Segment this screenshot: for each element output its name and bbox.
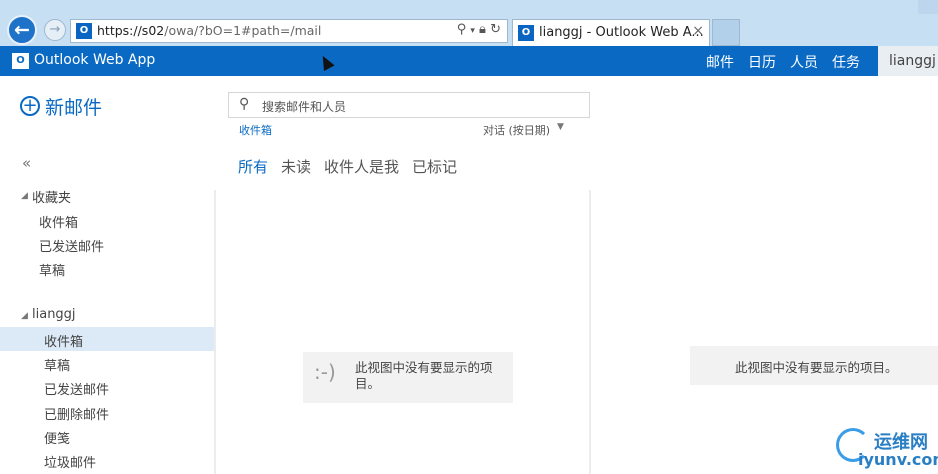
dropdown-icon[interactable]: ▾ xyxy=(470,26,475,36)
folder-drafts[interactable]: 草稿 xyxy=(44,355,70,374)
chevron-down-icon[interactable]: ▼ xyxy=(557,122,564,132)
new-mail-button[interactable]: 新邮件 xyxy=(45,93,102,120)
app-title: Outlook Web App xyxy=(34,52,156,68)
outlook-logo-icon: O xyxy=(12,53,29,69)
search-placeholder: 搜索邮件和人员 xyxy=(262,100,347,114)
folder-junk[interactable]: 垃圾邮件 xyxy=(44,452,96,471)
folder-inbox[interactable]: 收件箱 xyxy=(44,331,83,350)
user-name: lianggj xyxy=(889,53,936,69)
search-icon[interactable]: ⚲ xyxy=(457,22,467,37)
tab-title: lianggj - Outlook Web A... xyxy=(539,25,704,40)
outlook-icon: O xyxy=(76,23,92,39)
current-folder-label: 收件箱 xyxy=(239,124,272,137)
account-header[interactable]: lianggj xyxy=(32,307,76,322)
folder-sent[interactable]: 已发送邮件 xyxy=(44,379,109,398)
browser-tab[interactable]: O lianggj - Outlook Web A... × xyxy=(512,19,710,46)
empty-list-message: :-) 此视图中没有要显示的项目。 xyxy=(303,352,513,403)
nav-mail[interactable]: 邮件 xyxy=(706,52,734,72)
filter-to-me[interactable]: 收件人是我 xyxy=(324,156,399,177)
search-icon: ⚲ xyxy=(239,96,250,112)
selected-folder-highlight xyxy=(0,327,214,351)
url-host: https://s02 xyxy=(97,23,165,38)
favorites-header[interactable]: 收藏夹 xyxy=(32,187,71,206)
search-input[interactable]: ⚲ 搜索邮件和人员 xyxy=(228,92,590,118)
collapse-pane-button[interactable]: « xyxy=(22,154,31,172)
reading-pane-empty-text: 此视图中没有要显示的项目。 xyxy=(735,360,898,375)
folder-notes[interactable]: 便笺 xyxy=(44,428,70,447)
refresh-icon[interactable]: ↻ xyxy=(490,22,501,37)
outlook-icon: O xyxy=(518,25,534,41)
smiley-icon: :-) xyxy=(314,360,336,384)
reading-pane-empty-message: 此视图中没有要显示的项目。 xyxy=(690,346,938,385)
expand-arrow-icon[interactable]: ◢ xyxy=(21,311,28,321)
filter-flagged[interactable]: 已标记 xyxy=(412,156,457,177)
pane-divider xyxy=(589,190,591,474)
filter-unread[interactable]: 未读 xyxy=(281,156,311,177)
empty-list-text: 此视图中没有要显示的项目。 xyxy=(355,360,493,391)
favorite-drafts[interactable]: 草稿 xyxy=(39,260,65,279)
forward-button[interactable]: → xyxy=(44,19,66,41)
folder-deleted[interactable]: 已删除邮件 xyxy=(44,404,109,423)
lock-icon[interactable]: 🔒︎ xyxy=(479,22,486,37)
favorite-sent[interactable]: 已发送邮件 xyxy=(39,236,104,255)
new-tab-button[interactable] xyxy=(712,19,740,46)
nav-people[interactable]: 人员 xyxy=(790,52,818,72)
sort-dropdown[interactable]: 对话 (按日期) xyxy=(483,122,550,138)
url-path: /owa/?bO=1#path=/mail xyxy=(164,23,322,38)
watermark-en: iyunv.com xyxy=(858,450,938,469)
address-url[interactable]: https://s02/owa/?bO=1#path=/mail xyxy=(97,23,321,38)
favorite-inbox[interactable]: 收件箱 xyxy=(39,212,78,231)
nav-calendar[interactable]: 日历 xyxy=(748,52,776,72)
back-button[interactable]: ← xyxy=(7,15,37,45)
pane-divider xyxy=(214,190,216,474)
plus-icon[interactable]: + xyxy=(20,96,40,116)
nav-tasks[interactable]: 任务 xyxy=(832,52,860,72)
close-icon[interactable]: × xyxy=(692,23,704,39)
expand-arrow-icon[interactable]: ◢ xyxy=(21,191,28,201)
window-control[interactable] xyxy=(918,0,938,14)
watermark: 运维网 iyunv.com xyxy=(836,428,938,474)
address-bar-icons: ⚲ ▾ 🔒︎ ↻ xyxy=(457,22,501,37)
app-header: O Outlook Web App 邮件 日历 人员 任务 xyxy=(0,46,938,76)
address-bar[interactable]: O https://s02/owa/?bO=1#path=/mail ⚲ ▾ 🔒… xyxy=(70,19,508,43)
filter-all[interactable]: 所有 xyxy=(238,156,268,177)
user-menu[interactable]: lianggj xyxy=(878,46,938,76)
